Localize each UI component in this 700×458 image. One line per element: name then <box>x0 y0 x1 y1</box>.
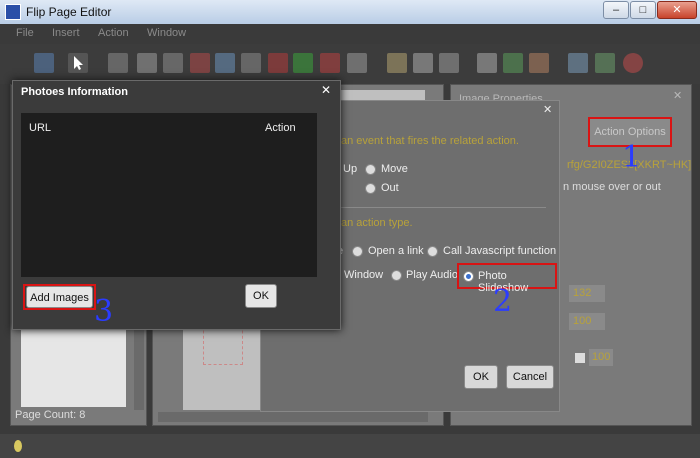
flash-icon[interactable] <box>268 53 288 73</box>
redo-icon[interactable] <box>503 53 523 73</box>
page-thumbnail[interactable] <box>21 325 126 407</box>
video-icon[interactable] <box>190 53 210 73</box>
toolbar <box>0 44 700 84</box>
status-bar <box>0 434 700 458</box>
action-option-photo-slideshow[interactable]: Photo Slideshow <box>478 270 555 294</box>
action-option-play-audio[interactable]: Play Audio <box>406 269 458 281</box>
hint-text: n mouse over or out <box>563 181 661 193</box>
event-option-out[interactable]: Out <box>381 182 399 194</box>
lightbulb-icon <box>14 440 22 452</box>
menu-insert[interactable]: Insert <box>52 27 80 39</box>
audio-icon[interactable] <box>241 53 261 73</box>
add-icon[interactable] <box>293 53 313 73</box>
add-images-highlight: Add Images <box>23 284 96 310</box>
photos-ok-button[interactable]: OK <box>245 284 277 308</box>
photos-table[interactable]: URL Action <box>21 113 317 277</box>
minimize-button[interactable]: – <box>603 1 629 19</box>
menu-bar: File Insert Action Window <box>0 24 700 44</box>
photos-dialog-close-icon[interactable]: ✕ <box>321 83 331 97</box>
copy-icon[interactable] <box>387 53 407 73</box>
undo-icon[interactable] <box>529 53 549 73</box>
close-window-button[interactable]: ✕ <box>657 1 697 19</box>
action-radio-javascript[interactable] <box>427 246 438 257</box>
image-icon[interactable] <box>215 53 235 73</box>
action-radio-play-audio[interactable] <box>391 270 402 281</box>
action-cancel-button[interactable]: Cancel <box>506 365 554 389</box>
app-icon <box>5 4 21 20</box>
section-divider <box>321 207 546 208</box>
action-radio-open-link[interactable] <box>352 246 363 257</box>
property-field-2[interactable]: 100 <box>569 313 605 330</box>
event-section-title: an event that fires the related action. <box>341 135 519 147</box>
action-option-javascript[interactable]: Call Javascript function <box>443 245 556 257</box>
youtube-icon[interactable] <box>320 53 340 73</box>
properties-close-icon[interactable]: ✕ <box>673 89 682 102</box>
action-radio-photo-slideshow[interactable] <box>463 271 474 282</box>
event-radio-move[interactable] <box>365 164 376 175</box>
event-option-move[interactable]: Move <box>381 163 408 175</box>
menu-action[interactable]: Action <box>98 27 129 39</box>
text-icon[interactable] <box>163 53 183 73</box>
annotation-number-1: 1 <box>622 140 642 175</box>
page-count: Page Count: 8 <box>15 409 86 421</box>
column-url: URL <box>29 122 52 134</box>
property-field-1[interactable]: 132 <box>569 285 605 302</box>
align-icon[interactable] <box>439 53 459 73</box>
canvas-scrollbar[interactable] <box>158 412 428 422</box>
window-title: Flip Page Editor <box>26 5 112 19</box>
title-bar: Flip Page Editor – □ ✕ <box>0 0 700 24</box>
zoom-icon[interactable] <box>568 53 588 73</box>
photos-dialog-title: Photoes Information <box>21 86 128 98</box>
action-ok-button[interactable]: OK <box>464 365 498 389</box>
action-dialog-close-icon[interactable]: ✕ <box>543 103 552 116</box>
annotation-number-3: 3 <box>94 294 114 329</box>
close-icon[interactable] <box>623 53 643 73</box>
menu-window[interactable]: Window <box>147 27 186 39</box>
event-radio-out[interactable] <box>365 183 376 194</box>
paste-icon[interactable] <box>413 53 433 73</box>
add-images-button[interactable]: Add Images <box>26 286 93 308</box>
maximize-button[interactable]: □ <box>630 1 656 19</box>
print-icon[interactable] <box>347 53 367 73</box>
menu-file[interactable]: File <box>16 27 34 39</box>
opacity-icon <box>575 353 585 363</box>
column-action: Action <box>265 122 296 134</box>
photos-information-dialog: Photoes Information ✕ URL Action Add Ima… <box>12 80 341 330</box>
link-icon[interactable] <box>108 53 128 73</box>
event-option-up[interactable]: Up <box>343 163 357 175</box>
opacity-field[interactable]: 100 <box>589 349 613 366</box>
action-option-open-link[interactable]: Open a link <box>368 245 424 257</box>
page-icon[interactable] <box>137 53 157 73</box>
action-section-title: an action type. <box>341 217 413 229</box>
fit-icon[interactable] <box>595 53 615 73</box>
action-option-window[interactable]: Window <box>344 269 383 281</box>
annotation-number-2: 2 <box>493 284 513 319</box>
delete-icon[interactable] <box>477 53 497 73</box>
save-icon[interactable] <box>34 53 54 73</box>
pointer-icon[interactable] <box>68 53 88 73</box>
